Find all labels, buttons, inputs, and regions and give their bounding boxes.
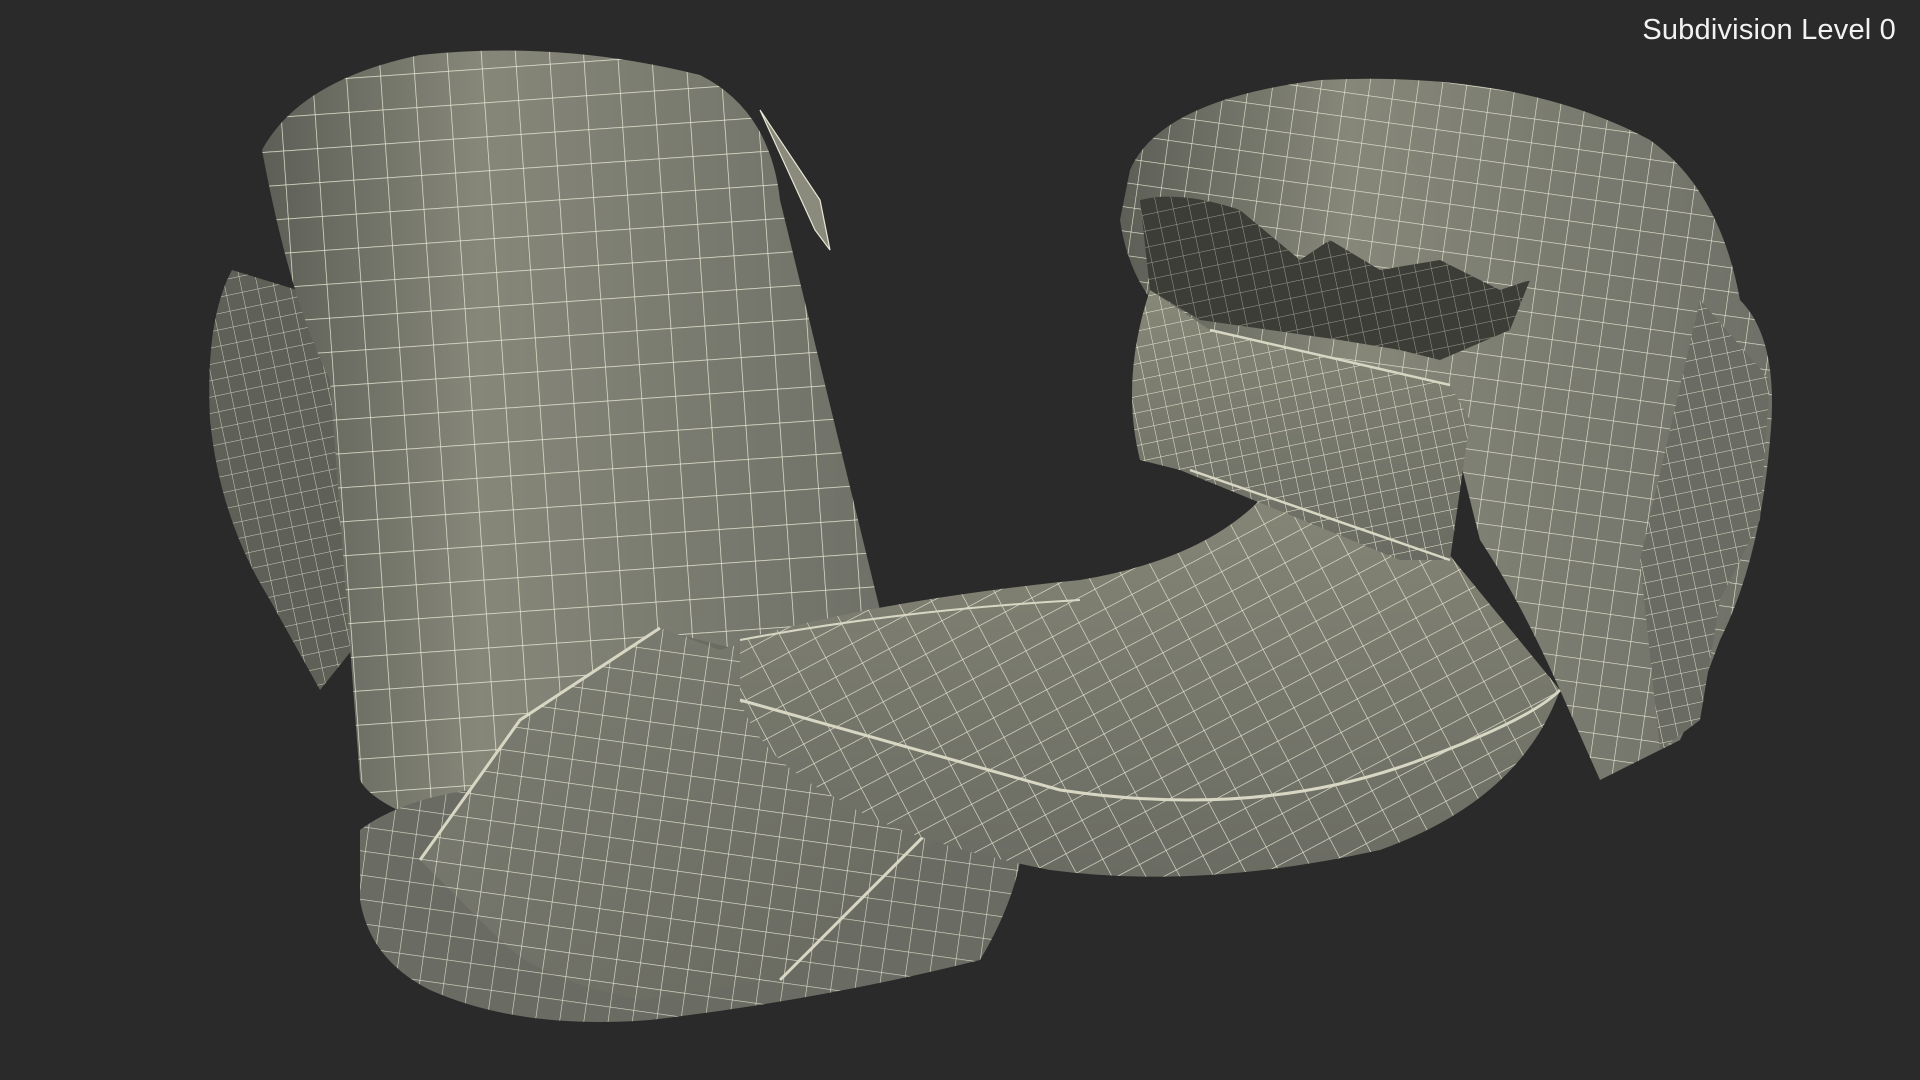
left-glove-mesh[interactable] bbox=[209, 50, 1025, 1023]
3d-viewport[interactable]: Subdivision Level 0 bbox=[0, 0, 1920, 1080]
right-glove-mesh[interactable] bbox=[739, 78, 1772, 877]
wireframe-render bbox=[209, 50, 1772, 1023]
subdivision-level-label: Subdivision Level 0 bbox=[1642, 14, 1896, 46]
